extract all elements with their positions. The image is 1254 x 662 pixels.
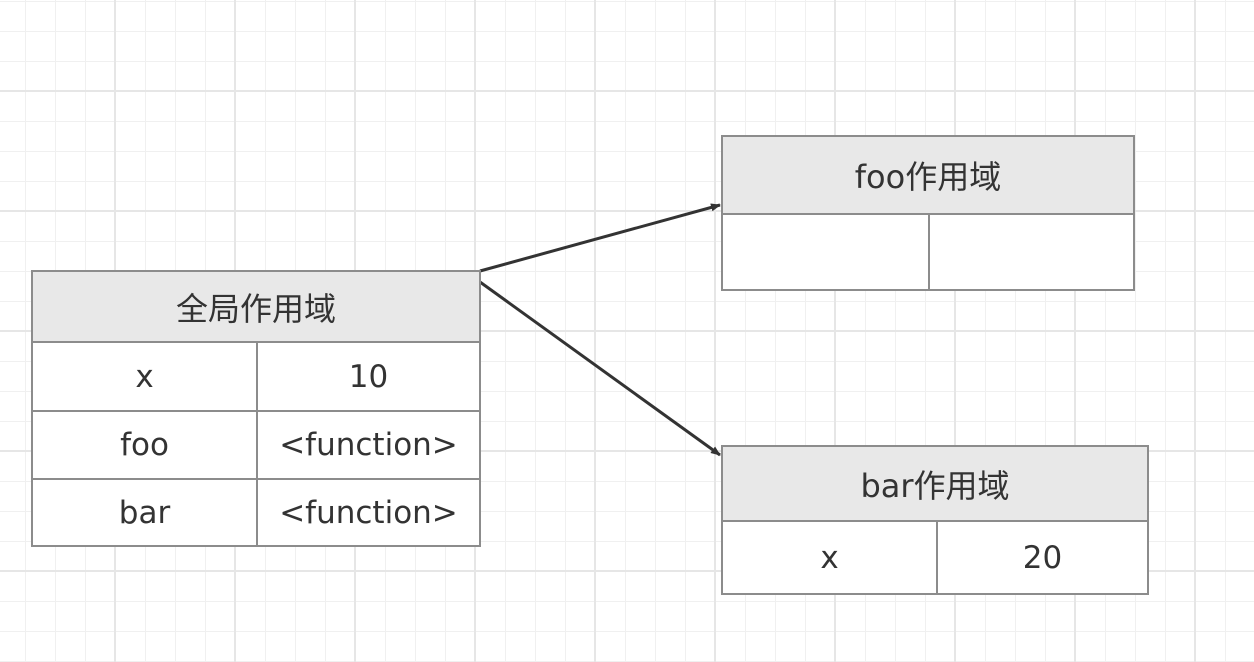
row-key: foo [33, 412, 258, 478]
row-value: <function> [279, 494, 458, 531]
table-row: x 10 [33, 343, 479, 412]
row-key: x [723, 522, 938, 593]
row-key: x [33, 343, 258, 410]
bar-scope-table: bar作用域 x 20 [721, 445, 1149, 595]
foo-scope-title: foo作用域 [723, 137, 1133, 215]
global-scope-title: 全局作用域 [33, 272, 479, 343]
arrow-to-bar-scope [479, 280, 721, 457]
table-row [723, 215, 1133, 289]
row-key: bar [33, 480, 258, 545]
arrow-to-foo-scope [479, 203, 721, 273]
table-row: x 20 [723, 522, 1147, 593]
bar-scope-title: bar作用域 [723, 447, 1147, 522]
table-row: foo <function> [33, 412, 479, 480]
row-value: 10 [348, 358, 389, 395]
row-key [723, 215, 930, 289]
row-value: <function> [279, 427, 458, 463]
row-value [930, 215, 1133, 289]
row-value: 20 [1022, 539, 1063, 576]
table-row: bar <function> [33, 480, 479, 545]
global-scope-table: 全局作用域 x 10 foo <function> bar <function> [31, 270, 481, 547]
foo-scope-table: foo作用域 [721, 135, 1135, 291]
